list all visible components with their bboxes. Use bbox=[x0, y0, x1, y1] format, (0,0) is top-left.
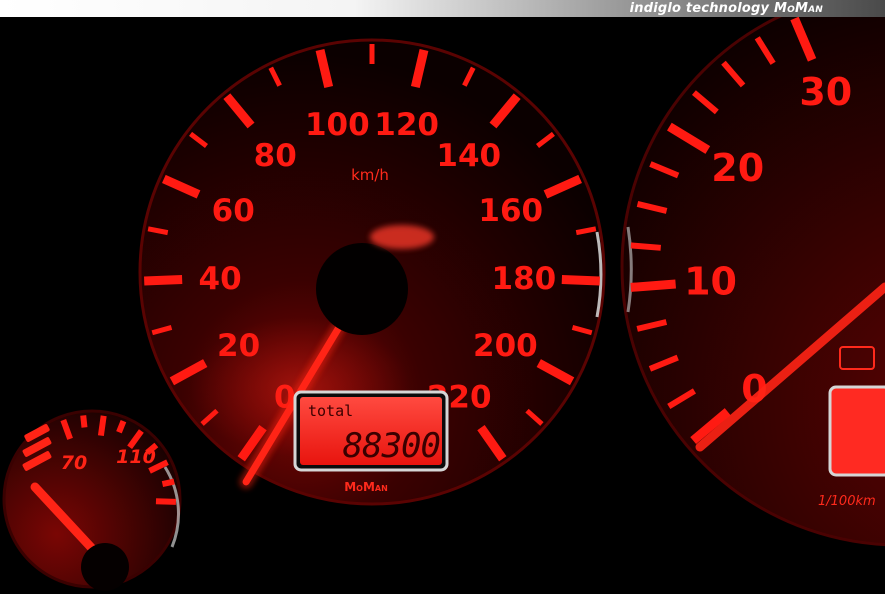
consumption-scale-label: 20 bbox=[711, 146, 764, 190]
speed-scale-label: 140 bbox=[436, 138, 501, 174]
consumption-tick bbox=[630, 242, 662, 251]
consumption-scale-label: 30 bbox=[799, 70, 852, 114]
temperature-tick bbox=[116, 419, 127, 434]
odometer-value: 88300 bbox=[343, 426, 440, 466]
consumption-tick bbox=[630, 279, 676, 292]
temperature-needle-hub bbox=[81, 543, 129, 591]
speed-scale-label: 180 bbox=[492, 261, 557, 297]
temperature-tick bbox=[80, 415, 88, 428]
temperature-gauge: 70 110 bbox=[2, 409, 182, 591]
speed-scale-label: 40 bbox=[199, 261, 242, 297]
speed-unit-label: km/h bbox=[351, 166, 389, 184]
temperature-tick bbox=[155, 498, 177, 505]
consumption-lcd bbox=[828, 385, 885, 477]
speed-scale-label: 120 bbox=[374, 107, 439, 143]
consumption-gauge: 0102030 1/100km bbox=[620, 17, 885, 547]
speed-scale-label: 200 bbox=[473, 328, 538, 364]
temperature-label-70: 70 bbox=[61, 452, 87, 474]
speed-scale-label: 60 bbox=[212, 193, 255, 229]
banner-tagline: indiglo technology bbox=[629, 1, 770, 16]
temperature-tick bbox=[97, 415, 107, 437]
maker-mark: MoMan bbox=[344, 480, 388, 494]
odometer-display: total 88300 bbox=[293, 390, 449, 472]
speed-scale-label: 100 bbox=[305, 107, 370, 143]
banner-text: indiglo technology MoMan bbox=[630, 0, 823, 17]
temperature-tick bbox=[161, 478, 175, 487]
speed-scale-label: 80 bbox=[254, 138, 297, 174]
banner-brand: MoMan bbox=[773, 1, 823, 16]
instrument-cluster: 020406080100 120140160180200220 km/h tota… bbox=[2, 17, 885, 591]
brand-banner: indiglo technology MoMan bbox=[0, 0, 885, 17]
speedometer-gauge: 020406080100 120140160180200220 km/h tota… bbox=[138, 38, 606, 506]
hub-reflection bbox=[370, 225, 434, 249]
speed-tick bbox=[561, 275, 600, 286]
temperature-label-110: 110 bbox=[116, 446, 156, 468]
needle-hub bbox=[316, 243, 408, 335]
consumption-unit: 1/100km bbox=[818, 494, 876, 509]
speed-scale-label: 160 bbox=[478, 193, 543, 229]
odometer-label: total bbox=[308, 402, 353, 420]
speed-tick bbox=[144, 275, 183, 286]
consumption-scale-label: 10 bbox=[684, 259, 737, 303]
